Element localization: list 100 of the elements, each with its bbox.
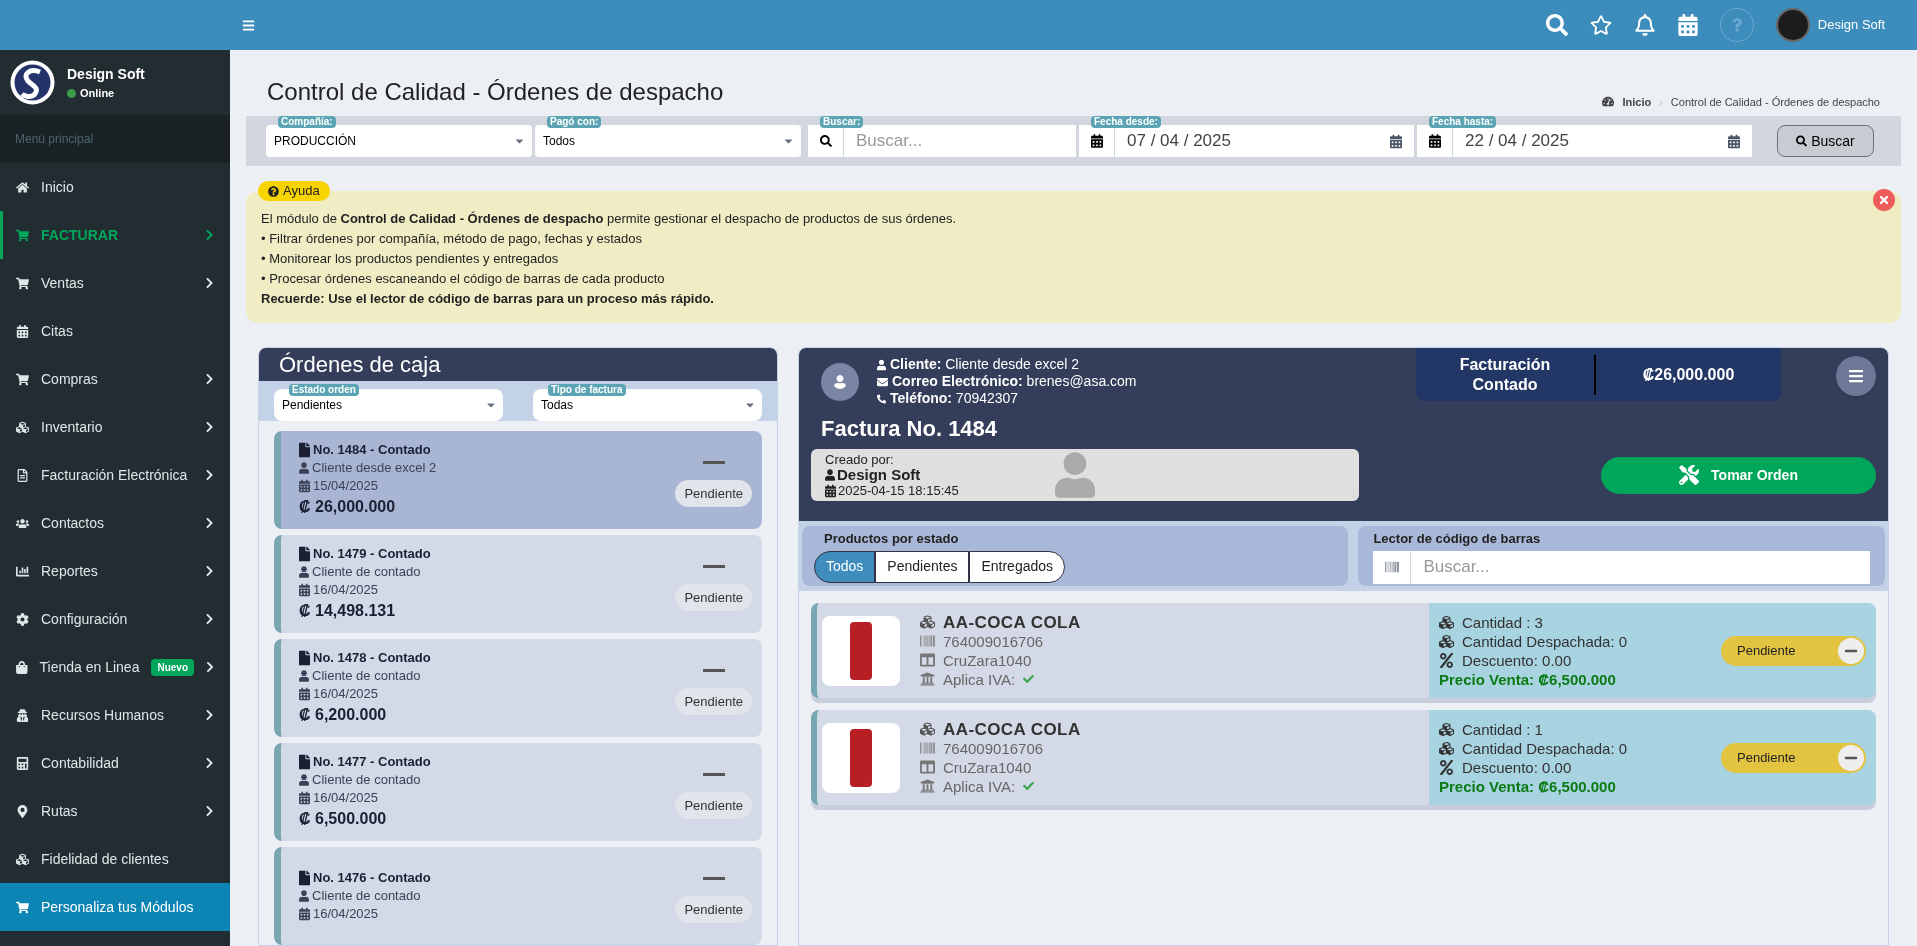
close-icon[interactable] (1873, 189, 1895, 211)
user-icon (299, 564, 309, 580)
billing-type: Facturación Contado (1416, 354, 1596, 395)
dashboard-icon (1602, 96, 1615, 108)
menu-icon[interactable] (242, 18, 255, 32)
sidebar-item[interactable]: Fidelidad de clientes (0, 835, 230, 883)
search-button[interactable]: Buscar (1777, 125, 1874, 157)
menu-button[interactable] (1836, 356, 1876, 396)
page-title: Control de Calidad - Órdenes de despacho (267, 77, 724, 107)
sidebar-item[interactable]: Contactos (0, 499, 230, 547)
phone-info: Teléfono: 70942307 (890, 390, 1019, 407)
sidebar-item[interactable]: Compras (0, 355, 230, 403)
barcode-icon (920, 633, 935, 649)
sidebar-item[interactable]: Contabilidad (0, 739, 230, 787)
status-tab[interactable]: Pendientes (875, 550, 970, 583)
chevron-right-icon (206, 661, 214, 673)
user-name[interactable]: Design Soft (1817, 15, 1885, 35)
cart-icon (16, 228, 29, 242)
product-name: AA-COCA COLA (943, 719, 1081, 739)
calendar-icon (1090, 133, 1103, 149)
sidebar-item[interactable]: Tienda en Linea Nuevo (0, 643, 230, 691)
bell-icon[interactable] (1633, 14, 1656, 36)
breadcrumb-link[interactable]: Inicio (1622, 93, 1652, 110)
sidebar-item[interactable]: FACTURAR (0, 211, 230, 259)
created-label: Creado por: (825, 451, 895, 467)
sidebar-item[interactable]: Personaliza tus Módulos (0, 883, 230, 931)
barcode-icon (1384, 559, 1399, 575)
cubes-icon (1439, 633, 1454, 649)
order-card[interactable]: No. 1476 - Contado Cliente de contado 16/04/2025 Pendiente (274, 847, 762, 945)
document-icon (299, 546, 310, 562)
sidebar-item[interactable]: Facturación Electrónica (0, 451, 230, 499)
calendar-icon (299, 582, 310, 598)
status-tab[interactable]: Todos (814, 550, 876, 583)
field-label: Fecha desde: (1091, 116, 1161, 128)
order-card[interactable]: No. 1484 - Contado Cliente desde excel 2 15/04/2025 ₡ 26,000.000 Pendiente (274, 431, 762, 529)
person-silhouette-icon (1055, 451, 1095, 499)
sidebar-item[interactable]: Ventas (0, 259, 230, 307)
user-icon (16, 708, 29, 722)
order-client: Cliente de contado (312, 771, 421, 789)
sidebar-item[interactable]: Inicio (0, 163, 230, 211)
invoice-title: Factura No. 1484 (821, 415, 999, 443)
document-icon (16, 468, 29, 482)
status-pill: Pendiente (675, 895, 752, 924)
chevron-right-icon (205, 277, 214, 289)
chevron-right-icon (205, 517, 214, 529)
status-pill: Pendiente (675, 479, 752, 508)
status-pill: Pendiente (675, 583, 752, 612)
status-tab[interactable]: Entregados (969, 550, 1066, 583)
order-client: Cliente de contado (312, 887, 421, 905)
order-date: 16/04/2025 (313, 905, 379, 923)
sidebar-item[interactable]: Recursos Humanos (0, 691, 230, 739)
cubes-icon (16, 420, 29, 434)
help-text: • Procesar órdenes escaneando el código de barras de cada producto (261, 270, 666, 288)
status-toggle[interactable]: Pendiente (1721, 635, 1866, 666)
sidebar-item[interactable]: Configuración (0, 595, 230, 643)
user-icon (299, 668, 309, 684)
star-icon[interactable] (1589, 14, 1612, 36)
client-info: Cliente: Cliente desde excel 2 (890, 356, 1080, 373)
sidebar-item[interactable]: Citas (0, 307, 230, 355)
user-icon (299, 460, 309, 476)
order-title: No. 1476 - Contado (313, 869, 431, 887)
status-toggle[interactable]: Pendiente (1721, 742, 1866, 773)
users-icon (16, 516, 29, 530)
cubes-icon (16, 852, 29, 866)
discount: Descuento: 0.00 (1462, 757, 1572, 777)
barcode-icon (920, 740, 935, 756)
gear-icon (16, 612, 29, 626)
order-client: Cliente desde excel 2 (312, 459, 437, 477)
chevron-right-icon (205, 373, 214, 385)
dispatched-quantity: Cantidad Despachada: 0 (1462, 738, 1628, 758)
chevron-right-icon (205, 421, 214, 433)
field-label: Buscar: (820, 116, 864, 128)
document-icon (299, 442, 310, 458)
order-card[interactable]: No. 1479 - Contado Cliente de contado 16/04/2025 ₡ 14,498.131 Pendiente (274, 535, 762, 633)
order-card[interactable]: No. 1478 - Contado Cliente de contado 16/04/2025 ₡ 6,200.000 Pendiente (274, 639, 762, 737)
iva-label: Aplica IVA: (943, 669, 1016, 689)
minus-icon (1838, 637, 1864, 664)
breadcrumb-separator: › (1659, 94, 1663, 110)
calendar-icon[interactable] (1677, 14, 1698, 36)
order-title: No. 1484 - Contado (313, 441, 431, 459)
field-label: Compañía: (278, 116, 336, 128)
user-name: Design Soft (67, 64, 145, 84)
sidebar-item[interactable]: Rutas (0, 787, 230, 835)
order-date: 16/04/2025 (313, 581, 379, 599)
calendar-icon (299, 686, 310, 702)
order-card[interactable]: No. 1477 - Contado Cliente de contado 16/04/2025 ₡ 6,500.000 Pendiente (274, 743, 762, 841)
menu-section-title: Menú principal (15, 131, 94, 148)
map-pin-icon (16, 804, 29, 818)
order-title: No. 1478 - Contado (313, 649, 431, 667)
user-status: Online (80, 85, 115, 101)
bar-chart-icon (16, 564, 29, 578)
order-title: No. 1479 - Contado (313, 545, 431, 563)
search-icon[interactable] (1545, 14, 1568, 36)
sidebar-item[interactable]: Inventario (0, 403, 230, 451)
chevron-right-icon (205, 565, 214, 577)
email-info: Correo Electrónico: brenes@asa.com (892, 373, 1137, 390)
dash-icon (702, 668, 725, 672)
calendar-icon (1428, 133, 1441, 149)
sidebar-item[interactable]: Reportes (0, 547, 230, 595)
calendar-icon (299, 478, 310, 494)
